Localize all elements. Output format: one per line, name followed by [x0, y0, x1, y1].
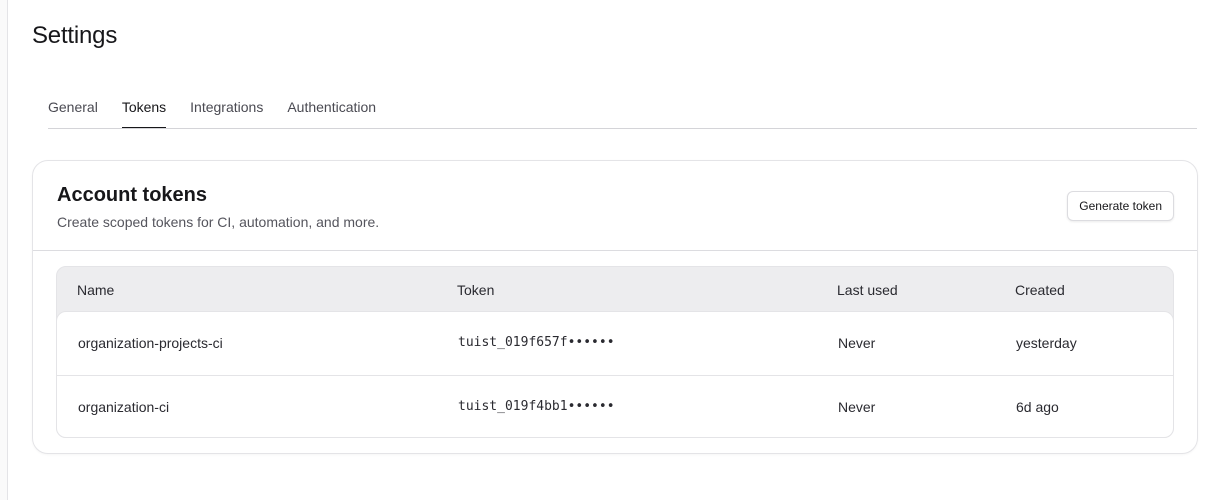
card-title: Account tokens	[57, 184, 208, 206]
tabs-divider	[48, 128, 1197, 129]
table-row[interactable]: organization-projects-ci tuist_019f657f•…	[57, 312, 1173, 375]
token-last-used: Never	[838, 335, 876, 351]
table-body: organization-projects-ci tuist_019f657f•…	[56, 311, 1174, 438]
token-name: organization-projects-ci	[78, 335, 223, 351]
token-value: tuist_019f4bb1••••••	[458, 399, 615, 414]
tab-tokens[interactable]: Tokens	[121, 96, 167, 129]
token-name: organization-ci	[78, 399, 170, 415]
column-header-created: Created	[1015, 282, 1065, 298]
account-tokens-card: Account tokens Create scoped tokens for …	[32, 160, 1198, 454]
tab-integrations[interactable]: Integrations	[190, 96, 263, 129]
table-row[interactable]: organization-ci tuist_019f4bb1•••••• Nev…	[57, 375, 1173, 438]
tab-general[interactable]: General	[48, 96, 98, 129]
card-description: Create scoped tokens for CI, automation,…	[57, 214, 380, 230]
column-header-name: Name	[77, 282, 115, 298]
column-header-last-used: Last used	[837, 282, 898, 298]
tab-authentication[interactable]: Authentication	[287, 96, 376, 129]
generate-token-button[interactable]: Generate token	[1067, 191, 1174, 221]
token-value: tuist_019f657f••••••	[458, 335, 615, 350]
tokens-table: Name Token Last used Created organizatio…	[56, 266, 1174, 438]
settings-tabs: General Tokens Integrations Authenticati…	[48, 96, 400, 129]
sidebar-edge	[0, 0, 8, 500]
token-created: 6d ago	[1016, 399, 1059, 415]
token-last-used: Never	[838, 399, 876, 415]
card-divider	[33, 250, 1197, 251]
table-header: Name Token Last used Created	[57, 267, 1173, 311]
column-header-token: Token	[457, 282, 495, 298]
page-title: Settings	[32, 22, 118, 49]
token-created: yesterday	[1016, 335, 1077, 351]
